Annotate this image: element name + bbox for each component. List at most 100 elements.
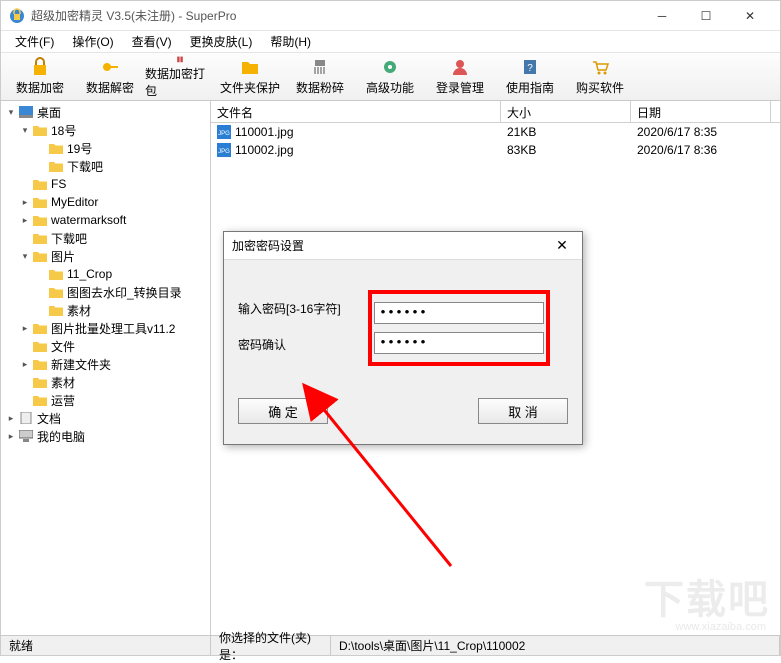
advanced-button[interactable]: 高级功能 [355, 55, 425, 99]
tree-documents[interactable]: ▸文档 [3, 409, 208, 427]
decrypt-button[interactable]: 数据解密 [75, 55, 145, 99]
expand-icon[interactable]: ▸ [19, 196, 31, 208]
jpg-icon: JPG [217, 143, 231, 157]
collapse-icon[interactable]: ▾ [19, 124, 31, 136]
folder-icon [49, 304, 63, 316]
collapse-icon[interactable]: ▾ [5, 106, 17, 118]
shred-icon [310, 57, 330, 77]
guide-button[interactable]: ?使用指南 [495, 55, 565, 99]
folder-icon [33, 376, 47, 388]
cart-icon [590, 57, 610, 77]
col-size[interactable]: 大小 [501, 101, 631, 122]
tree-fs[interactable]: FS [3, 175, 208, 193]
file-header: 文件名 大小 日期 [211, 101, 780, 123]
tree-batch[interactable]: ▸图片批量处理工具v11.2 [3, 319, 208, 337]
folder-icon [33, 340, 47, 352]
tree-19[interactable]: 19号 [3, 139, 208, 157]
folder-tree[interactable]: ▾桌面 ▾18号 19号 下载吧 FS ▸MyEditor ▸watermark… [1, 101, 211, 635]
shield-folder-icon [240, 57, 260, 77]
expand-icon[interactable]: ▸ [5, 412, 17, 424]
tree-myeditor[interactable]: ▸MyEditor [3, 193, 208, 211]
folder-protect-button[interactable]: 文件夹保护 [215, 55, 285, 99]
folder-icon [33, 322, 47, 334]
tree-xiazaiba2[interactable]: 下载吧 [3, 229, 208, 247]
tree-computer[interactable]: ▸我的电脑 [3, 427, 208, 445]
menu-file[interactable]: 文件(F) [7, 31, 62, 52]
password-label: 输入密码[3-16字符] [238, 300, 368, 317]
col-name[interactable]: 文件名 [211, 101, 501, 122]
cancel-button[interactable]: 取 消 [478, 398, 568, 424]
minimize-button[interactable]: ─ [640, 2, 684, 30]
dialog-close-button[interactable]: ✕ [550, 234, 574, 258]
status-selected-label: 你选择的文件(夹)是： [211, 636, 331, 655]
file-row[interactable]: JPG110001.jpg 21KB 2020/6/17 8:35 [211, 123, 780, 141]
svg-text:JPG: JPG [218, 149, 230, 155]
menu-help[interactable]: 帮助(H) [262, 31, 319, 52]
key-icon [100, 57, 120, 77]
expand-icon[interactable]: ▸ [19, 214, 31, 226]
tree-pictures[interactable]: ▾图片 [3, 247, 208, 265]
buy-button[interactable]: 购买软件 [565, 55, 635, 99]
maximize-button[interactable]: ☐ [684, 2, 728, 30]
toolbar: 数据加密 数据解密 数据加密打包 文件夹保护 数据粉碎 高级功能 登录管理 ?使… [1, 53, 780, 101]
svg-text:?: ? [527, 63, 533, 74]
computer-icon [19, 430, 33, 442]
tree-crop[interactable]: 11_Crop [3, 265, 208, 283]
password-input[interactable] [374, 302, 544, 324]
folder-icon [33, 394, 47, 406]
tree-xiazaiba1[interactable]: 下载吧 [3, 157, 208, 175]
menu-bar: 文件(F) 操作(O) 查看(V) 更换皮肤(L) 帮助(H) [1, 31, 780, 53]
close-button[interactable]: ✕ [728, 2, 772, 30]
menu-view[interactable]: 查看(V) [124, 31, 180, 52]
tree-operate[interactable]: 运营 [3, 391, 208, 409]
file-row[interactable]: JPG110002.jpg 83KB 2020/6/17 8:36 [211, 141, 780, 159]
confirm-label: 密码确认 [238, 336, 368, 353]
pack-button[interactable]: 数据加密打包 [145, 55, 215, 99]
tree-newfolder[interactable]: ▸新建文件夹 [3, 355, 208, 373]
collapse-icon[interactable]: ▾ [19, 250, 31, 262]
folder-icon [49, 286, 63, 298]
expand-icon[interactable]: ▸ [19, 322, 31, 334]
user-icon [450, 57, 470, 77]
tree-dewatermark[interactable]: 图图去水印_转换目录 [3, 283, 208, 301]
dialog-titlebar[interactable]: 加密密码设置 ✕ [224, 232, 582, 260]
folder-icon [33, 196, 47, 208]
folder-icon [49, 160, 63, 172]
folder-icon [49, 142, 63, 154]
documents-icon [19, 412, 33, 424]
expand-icon[interactable]: ▸ [5, 430, 17, 442]
folder-icon [33, 214, 47, 226]
login-button[interactable]: 登录管理 [425, 55, 495, 99]
password-dialog: 加密密码设置 ✕ 输入密码[3-16字符] 密码确认 确 定 取 消 [223, 231, 583, 445]
folder-icon [33, 232, 47, 244]
tree-watermarksoft[interactable]: ▸watermarksoft [3, 211, 208, 229]
folder-icon [49, 268, 63, 280]
title-bar: 超级加密精灵 V3.5(未注册) - SuperPro ─ ☐ ✕ [1, 1, 780, 31]
jpg-icon: JPG [217, 125, 231, 139]
folder-icon [33, 178, 47, 190]
tree-material1[interactable]: 素材 [3, 301, 208, 319]
tree-material2[interactable]: 素材 [3, 373, 208, 391]
status-ready: 就绪 [1, 636, 211, 655]
window-title: 超级加密精灵 V3.5(未注册) - SuperPro [31, 7, 640, 24]
confirm-input[interactable] [374, 332, 544, 354]
folder-icon [33, 124, 47, 136]
svg-text:JPG: JPG [218, 131, 230, 137]
ok-button[interactable]: 确 定 [238, 398, 328, 424]
shred-button[interactable]: 数据粉碎 [285, 55, 355, 99]
tree-desktop[interactable]: ▾桌面 [3, 103, 208, 121]
expand-icon[interactable]: ▸ [19, 358, 31, 370]
status-bar: 就绪 你选择的文件(夹)是： D:\tools\桌面\图片\11_Crop\11… [1, 635, 780, 655]
col-date[interactable]: 日期 [631, 101, 771, 122]
tree-files[interactable]: 文件 [3, 337, 208, 355]
folder-icon [33, 358, 47, 370]
desktop-icon [19, 106, 33, 118]
status-path: D:\tools\桌面\图片\11_Crop\110002 [331, 636, 780, 655]
app-icon [9, 8, 25, 24]
encrypt-button[interactable]: 数据加密 [5, 55, 75, 99]
menu-operate[interactable]: 操作(O) [64, 31, 121, 52]
tree-18[interactable]: ▾18号 [3, 121, 208, 139]
menu-skin[interactable]: 更换皮肤(L) [182, 31, 261, 52]
gear-icon [380, 57, 400, 77]
highlight-box [368, 290, 550, 366]
